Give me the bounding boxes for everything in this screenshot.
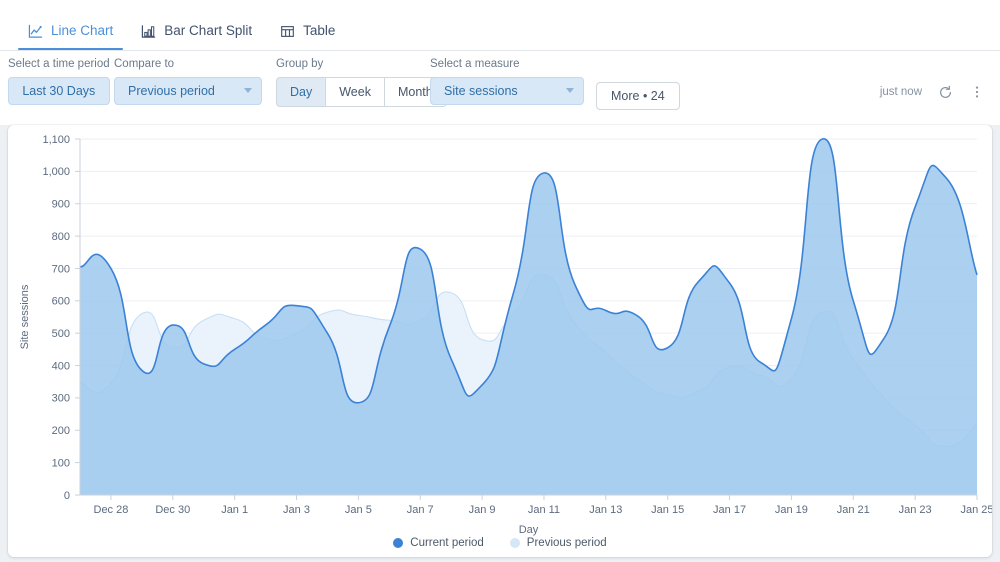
compare-to-label: Compare to xyxy=(114,58,175,70)
time-period-group: Select a time period Last 30 Days xyxy=(8,58,110,105)
svg-text:500: 500 xyxy=(52,328,70,340)
tab-table-label: Table xyxy=(303,23,336,39)
tab-bar-chart-split[interactable]: Bar Chart Split xyxy=(127,0,266,50)
bar-chart-icon xyxy=(141,24,156,39)
measure-dropdown[interactable]: Site sessions xyxy=(430,76,584,105)
tab-line-chart[interactable]: Line Chart xyxy=(14,0,127,50)
more-button[interactable]: More • 24 xyxy=(596,82,680,110)
svg-text:400: 400 xyxy=(52,360,70,372)
svg-text:100: 100 xyxy=(52,457,70,469)
svg-text:Jan 5: Jan 5 xyxy=(345,504,372,516)
group-by-label: Group by xyxy=(276,58,324,70)
svg-text:Jan 13: Jan 13 xyxy=(589,504,622,516)
svg-text:Jan 15: Jan 15 xyxy=(651,504,684,516)
group-by-option-day[interactable]: Day xyxy=(277,77,327,106)
legend-item-previous-period[interactable]: Previous period xyxy=(509,537,607,549)
group-by-group: Group by Day Week Month xyxy=(276,58,447,107)
svg-text:Dec 30: Dec 30 xyxy=(155,504,190,516)
chevron-down-icon xyxy=(244,88,252,93)
group-by-segmented-control: Day Week Month xyxy=(276,76,447,107)
legend-swatch-previous xyxy=(509,538,520,548)
chart-card: 0 100 200 300 400 500 600 700 800 900 1,000 1,100 De… xyxy=(8,125,992,557)
svg-text:Dec 28: Dec 28 xyxy=(94,504,129,516)
svg-text:Jan 19: Jan 19 xyxy=(775,504,808,516)
svg-text:Jan 7: Jan 7 xyxy=(407,504,434,516)
site-sessions-area-chart[interactable]: 0 100 200 300 400 500 600 700 800 900 1,000 1,100 De… xyxy=(8,125,992,557)
more-group: More • 24 xyxy=(596,82,680,110)
svg-text:600: 600 xyxy=(52,296,70,308)
svg-text:800: 800 xyxy=(52,231,70,243)
kebab-menu-icon[interactable] xyxy=(968,83,986,101)
svg-text:300: 300 xyxy=(52,393,70,405)
compare-to-value: Previous period xyxy=(128,83,215,98)
time-period-button[interactable]: Last 30 Days xyxy=(8,76,110,105)
svg-text:0: 0 xyxy=(64,490,70,502)
svg-text:700: 700 xyxy=(52,263,70,275)
legend-label-previous: Previous period xyxy=(526,537,607,549)
tab-bar: Line Chart Bar Chart Split Table xyxy=(0,0,1000,51)
time-period-value: Last 30 Days xyxy=(22,83,96,98)
svg-text:200: 200 xyxy=(52,425,70,437)
compare-to-dropdown[interactable]: Previous period xyxy=(114,76,262,105)
svg-text:Jan 11: Jan 11 xyxy=(528,504,560,516)
tab-line-chart-label: Line Chart xyxy=(51,23,114,39)
tab-table[interactable]: Table xyxy=(266,0,349,50)
svg-text:Jan 23: Jan 23 xyxy=(899,504,932,516)
tab-list: Line Chart Bar Chart Split Table xyxy=(0,0,1000,50)
svg-text:Day: Day xyxy=(519,524,539,536)
svg-text:Jan 3: Jan 3 xyxy=(283,504,310,516)
chevron-down-icon xyxy=(566,88,574,93)
svg-text:Jan 1: Jan 1 xyxy=(221,504,248,516)
measure-label: Select a measure xyxy=(430,58,520,70)
legend-label-current: Current period xyxy=(410,537,484,549)
svg-text:1,000: 1,000 xyxy=(42,166,70,178)
last-refreshed-text: just now xyxy=(879,86,922,98)
svg-text:Jan 17: Jan 17 xyxy=(713,504,746,516)
measure-group: Select a measure Site sessions xyxy=(430,58,584,105)
line-chart-icon xyxy=(28,24,43,39)
svg-text:Jan 25: Jan 25 xyxy=(960,504,992,516)
group-by-option-week[interactable]: Week xyxy=(326,77,385,106)
svg-text:900: 900 xyxy=(52,199,70,211)
svg-text:1,100: 1,100 xyxy=(42,134,70,146)
controls-bar: Select a time period Last 30 Days Compar… xyxy=(0,51,1000,125)
legend-swatch-current xyxy=(393,538,404,548)
tab-bar-chart-split-label: Bar Chart Split xyxy=(164,23,253,39)
svg-text:Jan 21: Jan 21 xyxy=(837,504,870,516)
chart-legend: Current period Previous period xyxy=(0,537,1000,549)
measure-value: Site sessions xyxy=(444,83,518,98)
status-area: just now xyxy=(880,83,986,101)
legend-item-current-period[interactable]: Current period xyxy=(393,537,484,549)
svg-text:Site sessions: Site sessions xyxy=(19,284,31,349)
time-period-label: Select a time period xyxy=(8,58,110,70)
svg-text:Jan 9: Jan 9 xyxy=(469,504,496,516)
table-icon xyxy=(280,24,295,39)
compare-to-group: Compare to Previous period xyxy=(114,58,262,105)
refresh-icon[interactable] xyxy=(936,83,954,101)
